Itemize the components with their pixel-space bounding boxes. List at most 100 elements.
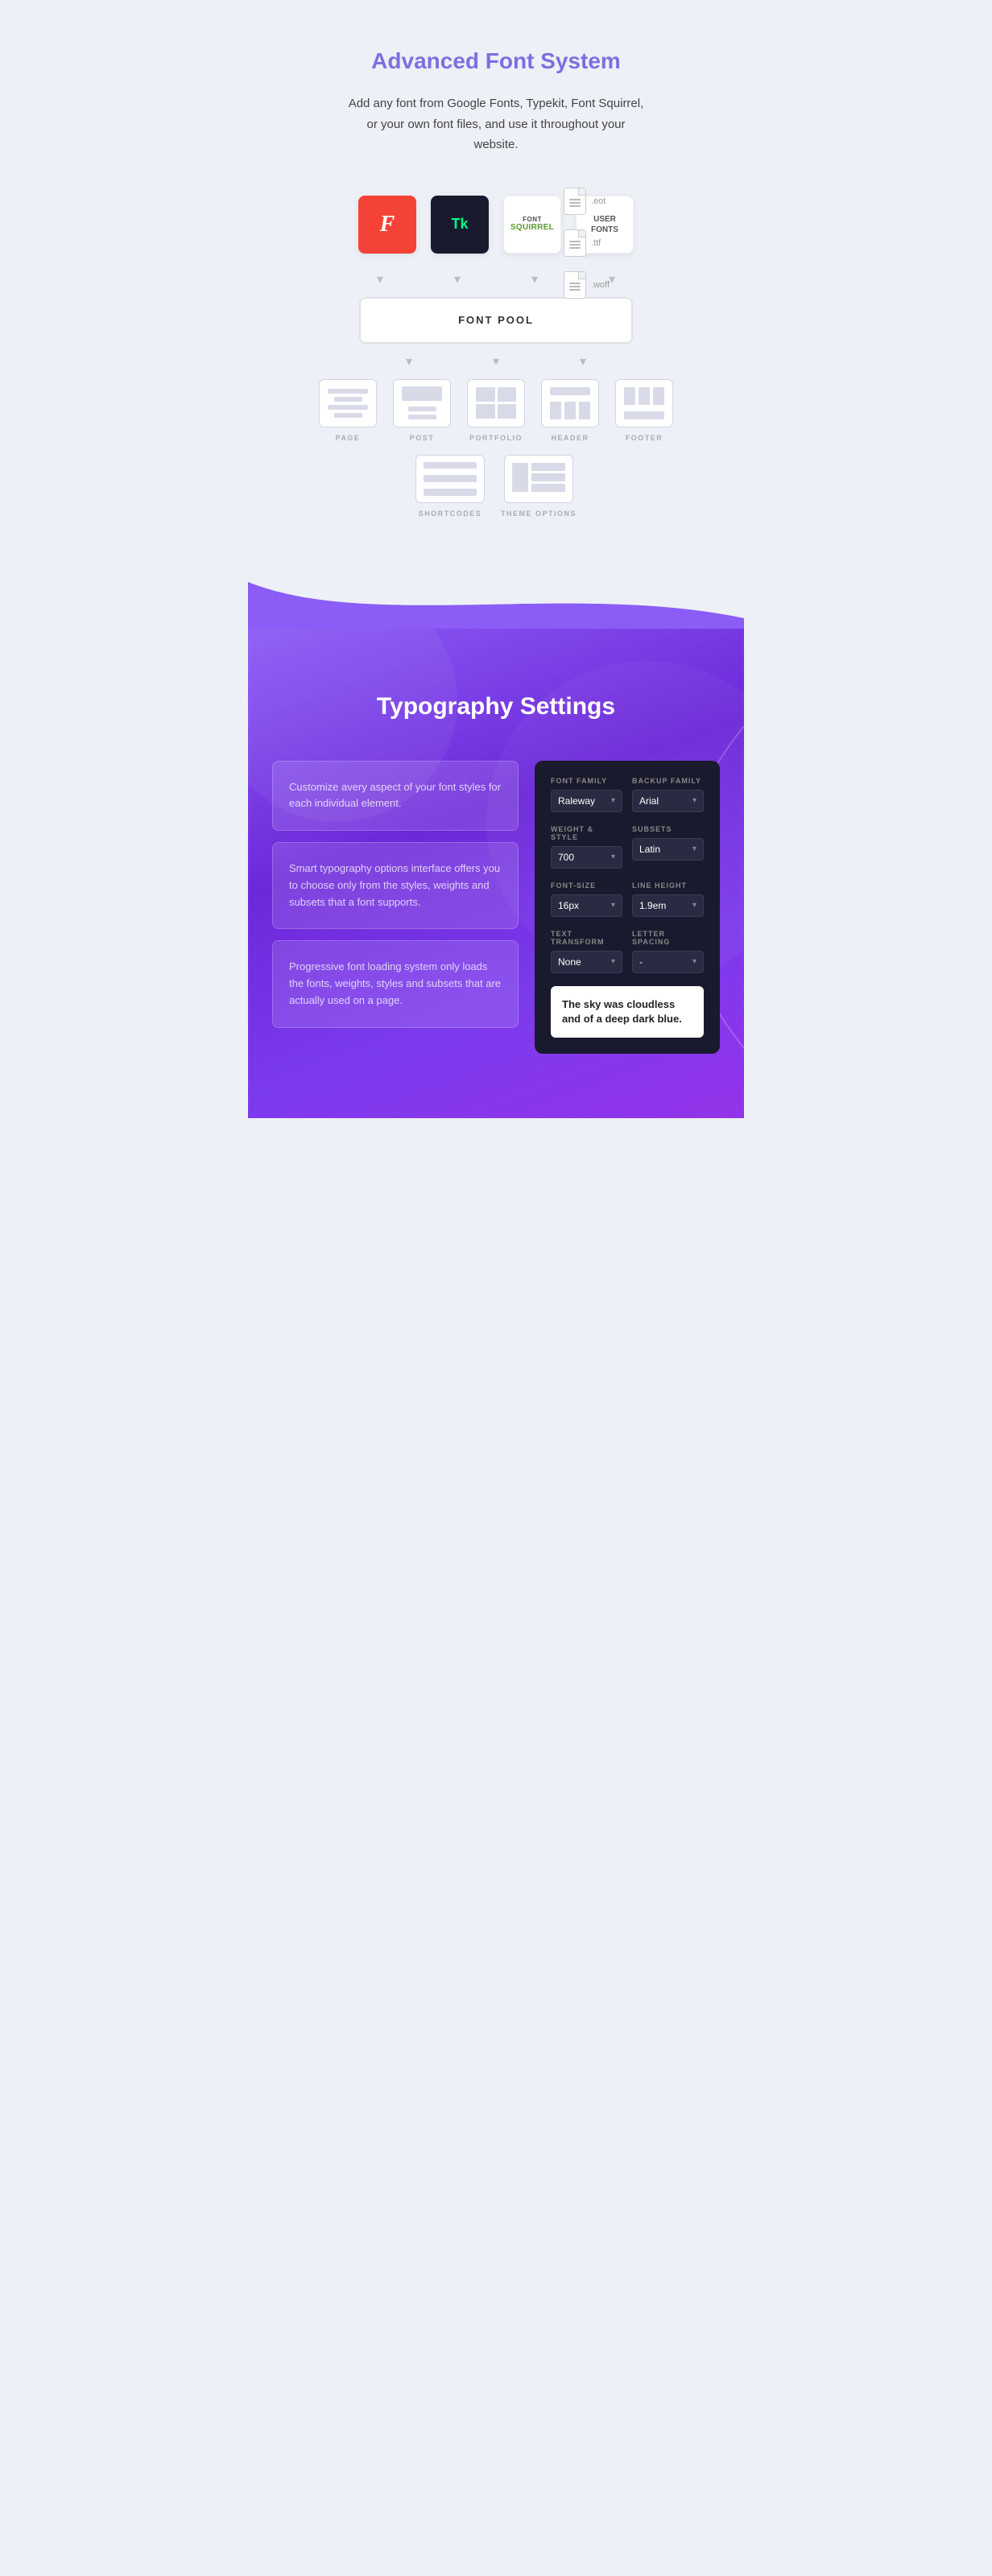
post-icon xyxy=(393,379,451,427)
fontsize-label: FONT-SIZE xyxy=(551,881,622,890)
usage-item-header: HEADER xyxy=(541,379,599,442)
weight-style-arrow: ▾ xyxy=(611,852,615,861)
texttransform-field: TEXT TRANSFORM None ▾ xyxy=(551,930,622,973)
texttransform-label: TEXT TRANSFORM xyxy=(551,930,622,946)
font-pool-box: FONT POOL xyxy=(359,297,633,344)
arrow-down-1: ▾ xyxy=(377,271,383,287)
arrows-row-2: ▾ ▾ ▾ xyxy=(264,353,728,369)
page-icon xyxy=(319,379,377,427)
backup-family-arrow: ▾ xyxy=(692,796,696,805)
themeoptions-label: THEME OPTIONS xyxy=(501,510,577,518)
letterspacing-value: - xyxy=(639,956,643,968)
font-preview-box: The sky was cloudless and of a deep dark… xyxy=(551,986,704,1038)
typo-card-3: Progressive font loading system only loa… xyxy=(272,940,519,1027)
file-type-eot: .eot xyxy=(564,188,610,215)
texttransform-arrow: ▾ xyxy=(611,957,615,966)
weight-style-field: WEIGHT & STYLE 700 ▾ xyxy=(551,825,622,869)
header-icon xyxy=(541,379,599,427)
file-icon-eot xyxy=(564,188,586,215)
themeoptions-icon xyxy=(504,455,573,503)
section1-subtitle: Add any font from Google Fonts, Typekit,… xyxy=(343,93,649,155)
font-system-section: Advanced Font System Add any font from G… xyxy=(248,0,744,582)
usage-grid-1: PAGE POST PORTFOLIO xyxy=(264,379,728,442)
footer-label: FOOTER xyxy=(626,434,663,442)
file-icon-woff xyxy=(564,271,586,299)
lineheight-select[interactable]: 1.9em ▾ xyxy=(632,894,704,917)
usage-item-shortcodes: SHORTCODES xyxy=(415,455,485,518)
typo-card-2-text: Smart typography options interface offer… xyxy=(289,861,502,910)
fontsize-field: FONT-SIZE 16px ▾ xyxy=(551,881,622,917)
portfolio-icon xyxy=(467,379,525,427)
typekit-card: Tk xyxy=(431,196,489,254)
file-type-woff: .woff xyxy=(564,271,610,299)
font-pool-label: FONT POOL xyxy=(458,314,534,326)
panel-row-2: WEIGHT & STYLE 700 ▾ SUBSETS Latin ▾ xyxy=(551,825,704,869)
fontsize-arrow: ▾ xyxy=(611,901,615,910)
typography-section: Typography Settings Customize avery aspe… xyxy=(248,629,744,1118)
font-preview-text: The sky was cloudless and of a deep dark… xyxy=(562,997,692,1026)
typography-cards: Customize avery aspect of your font styl… xyxy=(272,761,519,1054)
letterspacing-label: LETTER SPACING xyxy=(632,930,704,946)
font-family-label: FONT FAMILY xyxy=(551,777,622,785)
usage-item-footer: FOOTER xyxy=(615,379,673,442)
usage-item-themeoptions: THEME OPTIONS xyxy=(501,455,577,518)
portfolio-label: PORTFOLIO xyxy=(469,434,523,442)
panel-row-3: FONT-SIZE 16px ▾ LINE HEIGHT 1.9em ▾ xyxy=(551,881,704,917)
usage-item-page: PAGE xyxy=(319,379,377,442)
page-label: PAGE xyxy=(336,434,361,442)
fontsquirrel-card: FONT SQUIRREL xyxy=(503,196,561,254)
arrow-down-5: ▾ xyxy=(406,353,412,369)
file-icon-ttf xyxy=(564,229,586,257)
letterspacing-field: LETTER SPACING - ▾ xyxy=(632,930,704,973)
letterspacing-select[interactable]: - ▾ xyxy=(632,951,704,973)
lineheight-label: LINE HEIGHT xyxy=(632,881,704,890)
typography-settings-panel: FONT FAMILY Raleway ▾ BACKUP FAMILY Aria… xyxy=(535,761,720,1054)
arrow-down-2: ▾ xyxy=(454,271,461,287)
font-family-value: Raleway xyxy=(558,795,595,807)
footer-icon xyxy=(615,379,673,427)
shortcodes-icon xyxy=(415,455,485,503)
arrow-down-4: ▾ xyxy=(609,271,615,287)
post-label: POST xyxy=(410,434,435,442)
section1-title: Advanced Font System xyxy=(264,48,728,74)
letterspacing-arrow: ▾ xyxy=(692,957,696,966)
arrow-down-7: ▾ xyxy=(580,353,586,369)
section2-title: Typography Settings xyxy=(272,693,720,720)
lineheight-value: 1.9em xyxy=(639,900,666,911)
google-fonts-card: F xyxy=(358,196,416,254)
file-type-ttf: .ttf xyxy=(564,229,610,257)
fontsize-select[interactable]: 16px ▾ xyxy=(551,894,622,917)
usage-grid-2: SHORTCODES THEME OPTIONS xyxy=(264,455,728,518)
texttransform-select[interactable]: None ▾ xyxy=(551,951,622,973)
lineheight-arrow: ▾ xyxy=(692,901,696,910)
backup-family-label: BACKUP FAMILY xyxy=(632,777,704,785)
arrows-row-1: ▾ ▾ ▾ ▾ xyxy=(264,271,728,287)
file-ext-ttf: .ttf xyxy=(591,238,601,248)
texttransform-value: None xyxy=(558,956,581,968)
backup-family-select[interactable]: Arial ▾ xyxy=(632,790,704,812)
typo-card-2: Smart typography options interface offer… xyxy=(272,842,519,929)
weight-style-select[interactable]: 700 ▾ xyxy=(551,846,622,869)
header-label: HEADER xyxy=(551,434,589,442)
typo-card-1: Customize avery aspect of your font styl… xyxy=(272,761,519,832)
arrow-down-3: ▾ xyxy=(531,271,538,287)
typo-card-1-text: Customize avery aspect of your font styl… xyxy=(289,779,502,813)
subsets-select[interactable]: Latin ▾ xyxy=(632,838,704,861)
weight-style-value: 700 xyxy=(558,852,574,863)
font-family-field: FONT FAMILY Raleway ▾ xyxy=(551,777,622,812)
panel-row-4: TEXT TRANSFORM None ▾ LETTER SPACING - ▾ xyxy=(551,930,704,973)
subsets-field: SUBSETS Latin ▾ xyxy=(632,825,704,869)
weight-style-label: WEIGHT & STYLE xyxy=(551,825,622,841)
panel-row-1: FONT FAMILY Raleway ▾ BACKUP FAMILY Aria… xyxy=(551,777,704,812)
file-ext-eot: .eot xyxy=(591,196,606,206)
font-family-select[interactable]: Raleway ▾ xyxy=(551,790,622,812)
font-family-arrow: ▾ xyxy=(611,796,615,805)
usage-item-post: POST xyxy=(393,379,451,442)
typo-card-3-text: Progressive font loading system only loa… xyxy=(289,959,502,1009)
usage-item-portfolio: PORTFOLIO xyxy=(467,379,525,442)
file-ext-woff: .woff xyxy=(591,280,610,290)
subsets-arrow: ▾ xyxy=(692,844,696,853)
shortcodes-label: SHORTCODES xyxy=(419,510,482,518)
typography-layout: Customize avery aspect of your font styl… xyxy=(272,761,720,1054)
subsets-value: Latin xyxy=(639,844,660,855)
